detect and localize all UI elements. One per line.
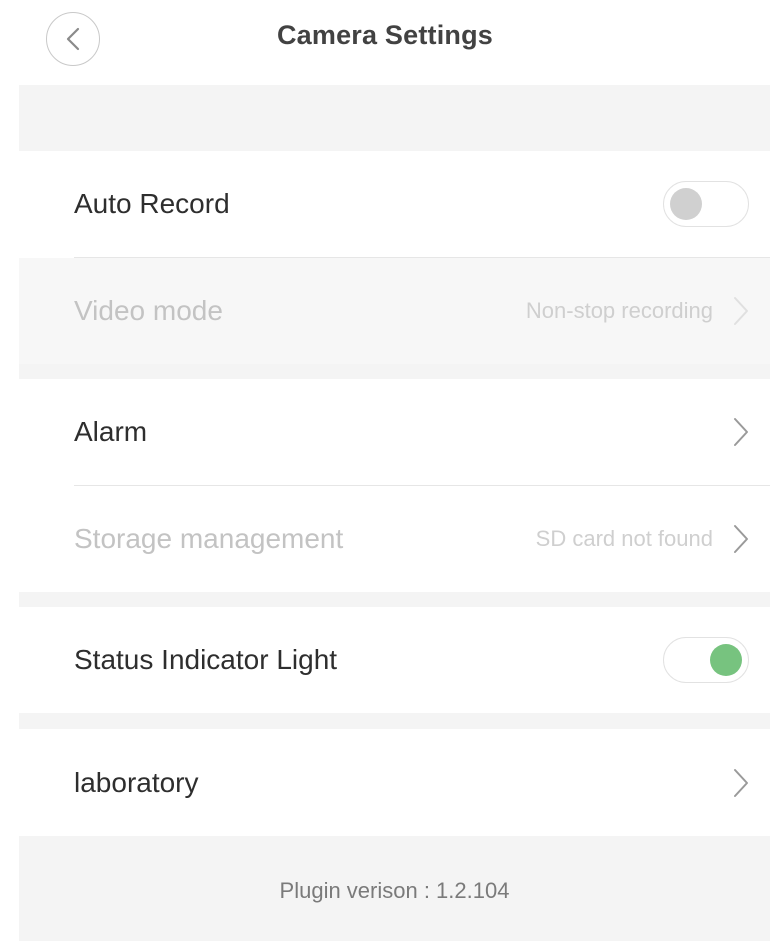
section-gap: [19, 713, 770, 729]
auto-record-label: Auto Record: [74, 188, 230, 219]
header-bar: Camera Settings: [0, 0, 770, 84]
auto-record-toggle[interactable]: [663, 181, 749, 227]
storage-management-label: Storage management: [74, 523, 344, 554]
chevron-right-icon: [734, 768, 748, 797]
chevron-right-icon: [734, 525, 748, 553]
auto-record-row: Auto Record: [19, 151, 770, 257]
toggle-knob: [710, 644, 742, 676]
toggle-knob: [670, 188, 702, 220]
video-mode-label: Video mode: [74, 295, 223, 326]
alarm-row[interactable]: Alarm: [19, 379, 770, 485]
status-light-row: Status Indicator Light: [19, 607, 770, 713]
chevron-right-icon: [734, 418, 748, 446]
page-title: Camera Settings: [276, 20, 494, 50]
plugin-version: Plugin verison : 1.2.104: [279, 878, 510, 903]
status-light-toggle[interactable]: [663, 637, 749, 683]
section-gap: [19, 85, 770, 151]
status-light-label: Status Indicator Light: [74, 644, 338, 675]
alarm-label: Alarm: [74, 416, 148, 447]
laboratory-label: laboratory: [74, 766, 199, 798]
chevron-right-icon: [734, 297, 748, 325]
video-mode-row[interactable]: Video mode Non-stop recording: [19, 258, 770, 364]
section-gap: [19, 592, 770, 607]
laboratory-row[interactable]: laboratory: [19, 729, 770, 836]
storage-management-row[interactable]: Storage management SD card not found: [19, 486, 770, 592]
storage-status-value: SD card not found: [535, 526, 713, 551]
video-mode-value: Non-stop recording: [525, 298, 713, 323]
section-gap: [19, 364, 770, 379]
